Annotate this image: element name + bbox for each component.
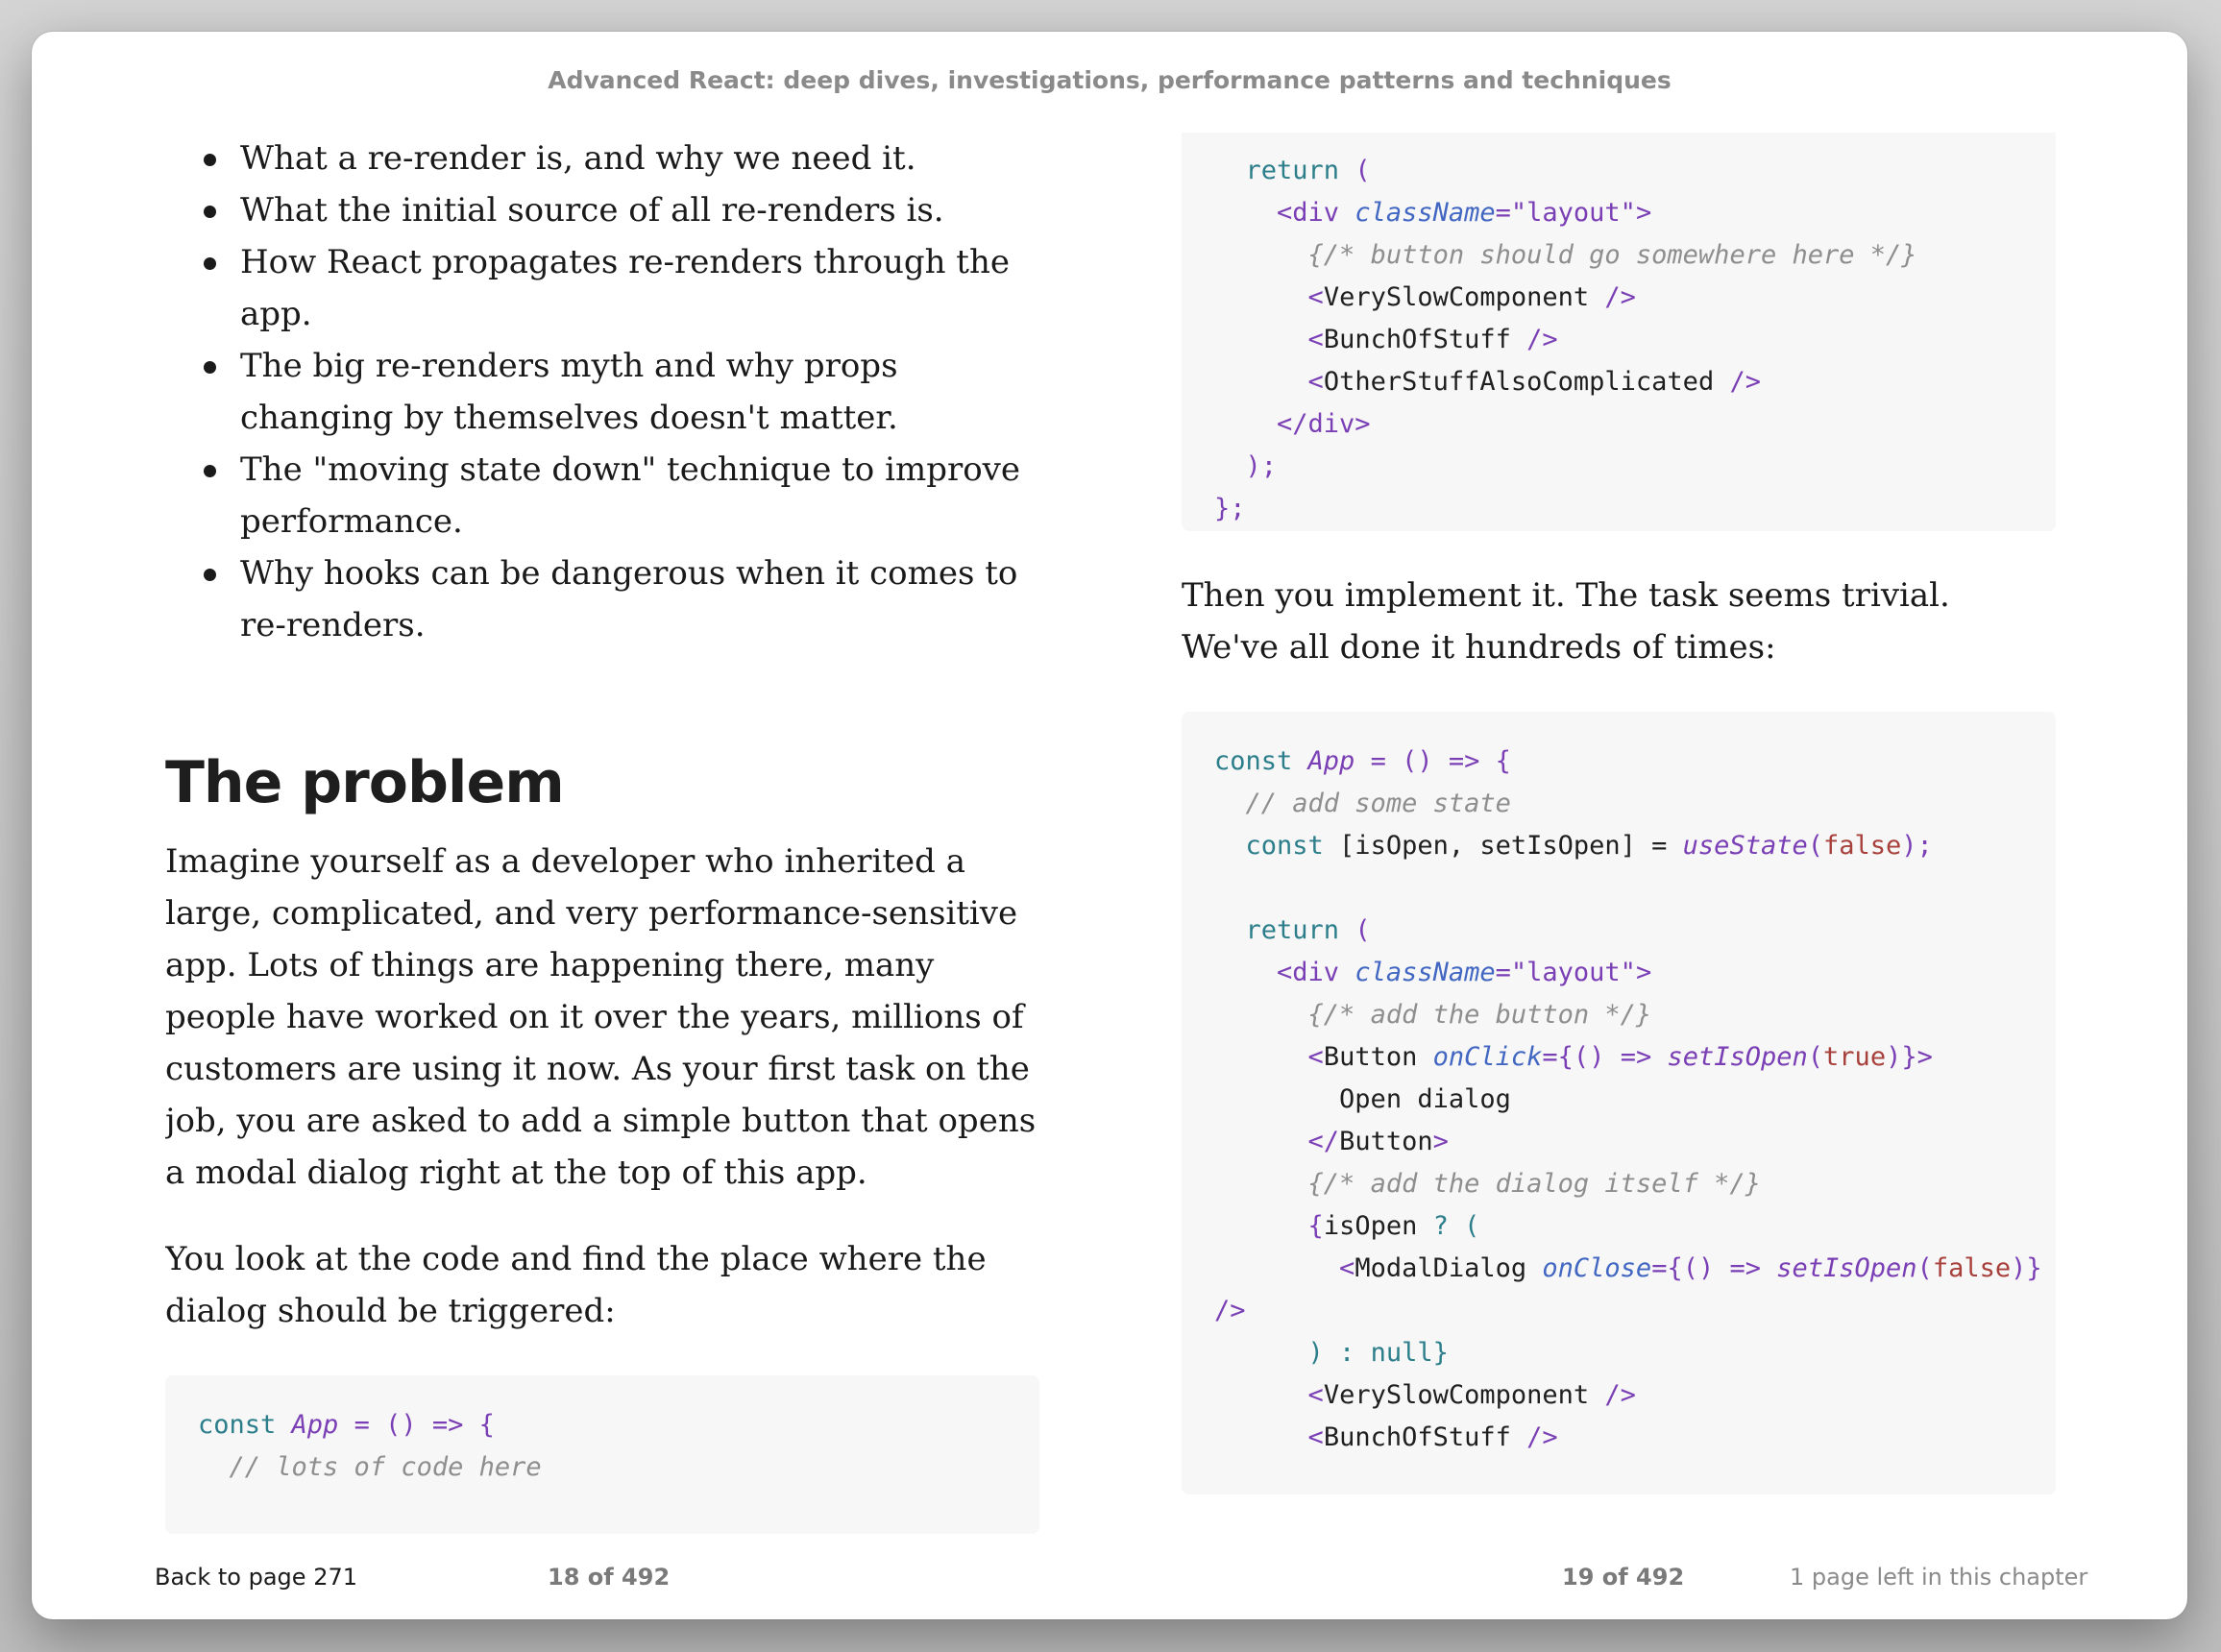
code-boolean: false	[1932, 1253, 2012, 1283]
code-attribute: onClick	[1432, 1042, 1543, 1072]
code-component: BunchOfStuff	[1323, 325, 1511, 354]
code-keyword: ) : null}	[1307, 1338, 1449, 1368]
code-component: Button	[1323, 1042, 1418, 1072]
code-component: Button	[1339, 1127, 1433, 1156]
code-function: setIsOpen	[1776, 1253, 1917, 1283]
code-attribute: onClose	[1542, 1253, 1652, 1283]
code-block: return ( <div className="layout"> {/* bu…	[1182, 133, 2056, 531]
code-block: const App = () => { // lots of code here	[165, 1375, 1039, 1534]
code-string: ="layout">	[1495, 198, 1652, 228]
code-attribute: className	[1355, 958, 1496, 987]
code-keyword: const	[1214, 746, 1293, 776]
paragraph: You look at the code and find the place …	[165, 1240, 987, 1330]
code-attribute: className	[1355, 198, 1496, 228]
paragraph: Then you implement it. The task seems tr…	[1182, 576, 1950, 667]
code-component: VerySlowComponent	[1323, 1380, 1590, 1410]
code-comment: {/* button should go somewhere here */}	[1307, 240, 1917, 270]
code-punct: (	[1339, 915, 1371, 945]
code-punct: = () => {	[338, 1410, 495, 1440]
code-punct: />	[1214, 1296, 1246, 1325]
code-block: const App = () => { // add some state co…	[1182, 712, 2056, 1494]
code-function: setIsOpen	[1667, 1042, 1808, 1072]
right-page: return ( <div className="layout"> {/* bu…	[1182, 133, 2056, 1544]
code-keyword: return	[1245, 156, 1340, 185]
book-title: Advanced React: deep dives, investigatio…	[548, 66, 1672, 94]
code-comment: {/* add the button */}	[1307, 1000, 1652, 1030]
code-keyword: const	[1245, 831, 1324, 861]
back-to-page-link[interactable]: Back to page 271	[155, 1564, 357, 1591]
chapter-topics-list: What a re-render is, and why we need it.…	[202, 133, 1039, 651]
code-string: ="layout">	[1495, 958, 1652, 987]
list-item: How React propagates re-renders through …	[202, 236, 1039, 340]
code-component: BunchOfStuff	[1323, 1422, 1511, 1452]
list-item: Why hooks can be dangerous when it comes…	[202, 547, 1039, 651]
code-tag: </div>	[1277, 409, 1371, 439]
reader-window: Advanced React: deep dives, investigatio…	[32, 32, 2187, 1619]
code-comment: {/* add the dialog itself */}	[1307, 1169, 1761, 1199]
code-tag: <div	[1277, 198, 1340, 228]
code-identifier: App	[1307, 746, 1355, 776]
code-text: [isOpen, setIsOpen] =	[1323, 831, 1683, 861]
list-item: The big re-renders myth and why props ch…	[202, 340, 1039, 444]
left-page: What a re-render is, and why we need it.…	[165, 133, 1039, 1544]
left-page-number: 18 of 492	[548, 1564, 671, 1591]
list-item: The "moving state down" technique to imp…	[202, 444, 1039, 547]
code-component: VerySlowComponent	[1323, 282, 1590, 312]
right-page-number: 19 of 492	[1562, 1564, 1685, 1591]
code-punct: };	[1214, 494, 1246, 523]
code-punct: (	[1339, 156, 1371, 185]
code-boolean: false	[1822, 831, 1902, 861]
code-boolean: true	[1823, 1042, 1887, 1072]
section-heading: The problem	[165, 749, 565, 816]
code-keyword: return	[1245, 915, 1340, 945]
code-text: isOpen	[1323, 1211, 1418, 1241]
code-punct: = () => {	[1355, 746, 1511, 776]
code-keyword: const	[198, 1410, 277, 1440]
code-identifier: App	[291, 1410, 339, 1440]
code-text: Open dialog	[1339, 1084, 1511, 1114]
list-item: What a re-render is, and why we need it.	[202, 133, 1039, 184]
code-component: OtherStuffAlsoComplicated	[1323, 367, 1715, 397]
chapter-pages-remaining: 1 page left in this chapter	[1790, 1564, 2088, 1591]
code-comment: // lots of code here	[229, 1452, 542, 1482]
code-tag: <div	[1277, 958, 1340, 987]
list-item: What the initial source of all re-render…	[202, 184, 1039, 236]
code-punct: );	[1245, 451, 1278, 481]
paragraph: Imagine yourself as a developer who inhe…	[165, 842, 1037, 1192]
code-function: useState	[1682, 831, 1808, 861]
code-component: ModalDialog	[1355, 1253, 1527, 1283]
code-comment: // add some state	[1245, 789, 1511, 818]
